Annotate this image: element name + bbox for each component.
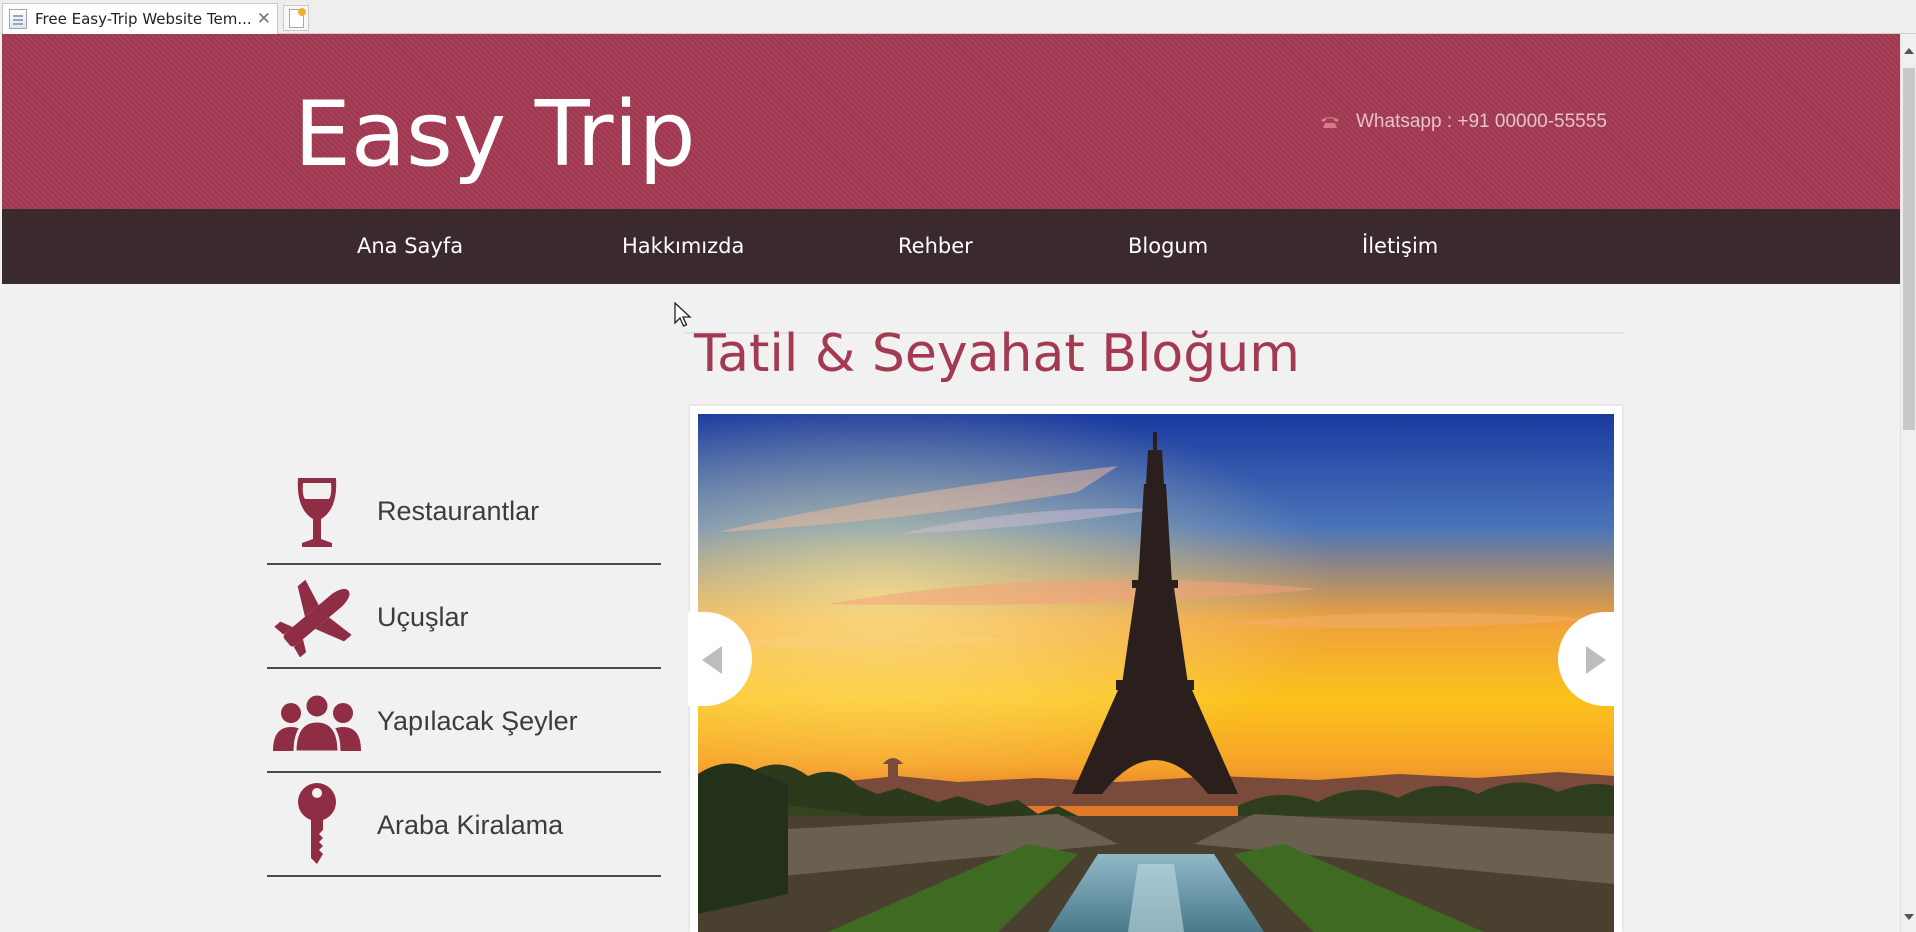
phone-icon (1321, 117, 1339, 128)
page-content: Restaurantlar Uçuşlar Yapılacak Şeyler A… (0, 284, 1900, 932)
mouse-cursor-icon (674, 302, 692, 327)
browser-tab[interactable]: Free Easy-Trip Website Tem... ✕ (2, 3, 278, 34)
nav-item-ana-sayfa[interactable]: Ana Sayfa (357, 209, 463, 284)
nav-item-iletisim[interactable]: İletişim (1362, 209, 1438, 284)
sidebar-item-label: Yapılacak Şeyler (377, 706, 578, 736)
people-icon (271, 679, 363, 763)
sidebar-item-araba-kiralama[interactable]: Araba Kiralama (267, 773, 661, 877)
sidebar-menu: Restaurantlar Uçuşlar Yapılacak Şeyler A… (267, 461, 661, 877)
main-nav: Ana Sayfa Hakkımızda Rehber Blogum İleti… (2, 209, 1900, 284)
arrow-right-icon (1586, 646, 1606, 674)
scrollbar-thumb[interactable] (1903, 68, 1915, 430)
site-logo[interactable]: Easy Trip (294, 90, 696, 180)
tab-close-icon[interactable]: ✕ (257, 9, 271, 29)
browser-tab-strip: Free Easy-Trip Website Tem... ✕ (0, 0, 1916, 34)
slide-image-eiffel-tower (698, 414, 1614, 932)
whatsapp-number: Whatsapp : +91 00000-55555 (1356, 111, 1607, 132)
nav-item-blogum[interactable]: Blogum (1128, 209, 1208, 284)
wine-glass-icon (271, 471, 363, 555)
vertical-scrollbar[interactable] (1900, 34, 1916, 932)
image-slider (690, 406, 1622, 932)
blog-heading-box: Tatil & Seyahat Bloğum (684, 324, 1624, 400)
new-tab-icon[interactable] (283, 5, 309, 31)
key-icon (271, 783, 363, 867)
sidebar-item-label: Araba Kiralama (377, 810, 564, 840)
nav-item-rehber[interactable]: Rehber (898, 209, 973, 284)
site-header: Easy Trip Whatsapp : +91 00000-55555 (2, 34, 1900, 209)
tab-title: Free Easy-Trip Website Tem... (35, 10, 251, 28)
scroll-up-icon[interactable] (1904, 48, 1914, 54)
browser-viewport: Free Easy-Trip Website Tem... ✕ Easy Tri… (0, 0, 1916, 932)
nav-item-hakkimizda[interactable]: Hakkımızda (622, 209, 744, 284)
page-title: Tatil & Seyahat Bloğum (694, 324, 1300, 384)
sidebar-item-yapilacak-seyler[interactable]: Yapılacak Şeyler (267, 669, 661, 773)
scroll-down-icon[interactable] (1904, 914, 1914, 920)
contact-info: Whatsapp : +91 00000-55555 (1320, 111, 1607, 133)
arrow-left-icon (702, 646, 722, 674)
sidebar-item-ucuslar[interactable]: Uçuşlar (267, 565, 661, 669)
airplane-icon (271, 575, 363, 659)
sidebar-item-label: Restaurantlar (377, 496, 540, 526)
sidebar-item-restaurantlar[interactable]: Restaurantlar (267, 461, 661, 565)
page-favicon-icon (9, 9, 27, 29)
sidebar-item-label: Uçuşlar (377, 602, 469, 632)
